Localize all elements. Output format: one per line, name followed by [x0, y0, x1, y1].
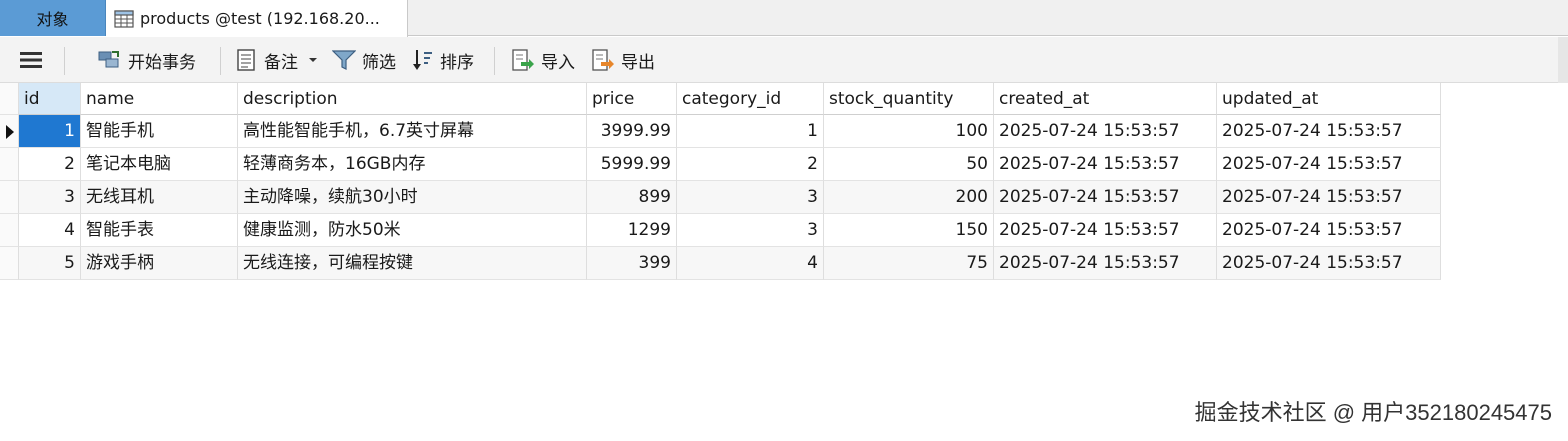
- row-header[interactable]: [0, 115, 19, 148]
- row-header[interactable]: [0, 214, 19, 247]
- cell-id[interactable]: 5: [19, 247, 81, 280]
- cell-id[interactable]: 1: [19, 115, 81, 148]
- import-label: 导入: [541, 52, 575, 73]
- watermark: 掘金技术社区 @ 用户352180245475: [1194, 400, 1552, 425]
- cell-updated-at[interactable]: 2025-07-24 15:53:57: [1217, 247, 1441, 280]
- sort-label: 排序: [440, 52, 474, 73]
- memo-button[interactable]: 备注: [236, 37, 318, 83]
- dropdown-arrow-icon[interactable]: [308, 56, 318, 64]
- column-header-name[interactable]: name: [81, 83, 238, 115]
- column-header-price[interactable]: price: [587, 83, 677, 115]
- cell-category-id[interactable]: 3: [677, 214, 824, 247]
- row-header[interactable]: [0, 247, 19, 280]
- begin-transaction-button[interactable]: 开始事务: [98, 37, 196, 83]
- toolbar-divider: [494, 47, 495, 75]
- cell-category-id[interactable]: 4: [677, 247, 824, 280]
- cell-updated-at[interactable]: 2025-07-24 15:53:57: [1217, 148, 1441, 181]
- export-label: 导出: [621, 52, 655, 73]
- sort-button[interactable]: 排序: [412, 37, 474, 83]
- cell-name[interactable]: 游戏手柄: [81, 247, 238, 280]
- current-row-arrow-icon: [6, 125, 14, 139]
- cell-stock-quantity[interactable]: 75: [824, 247, 994, 280]
- filter-icon: [332, 50, 356, 70]
- cell-updated-at[interactable]: 2025-07-24 15:53:57: [1217, 115, 1441, 148]
- cell-stock-quantity[interactable]: 200: [824, 181, 994, 214]
- cell-created-at[interactable]: 2025-07-24 15:53:57: [994, 214, 1217, 247]
- cell-updated-at[interactable]: 2025-07-24 15:53:57: [1217, 181, 1441, 214]
- sort-icon: [413, 50, 432, 70]
- cell-name[interactable]: 智能手机: [81, 115, 238, 148]
- cell-id[interactable]: 2: [19, 148, 81, 181]
- tab-objects[interactable]: 对象: [0, 0, 106, 36]
- tab-objects-label: 对象: [36, 10, 69, 29]
- column-header-category-id[interactable]: category_id: [677, 83, 824, 115]
- cell-description[interactable]: 主动降噪，续航30小时: [238, 181, 587, 214]
- cell-created-at[interactable]: 2025-07-24 15:53:57: [994, 181, 1217, 214]
- cell-name[interactable]: 笔记本电脑: [81, 148, 238, 181]
- cell-description[interactable]: 高性能智能手机，6.7英寸屏幕: [238, 115, 587, 148]
- filter-button[interactable]: 筛选: [332, 37, 396, 83]
- corner-header: [0, 83, 19, 115]
- cell-price[interactable]: 399: [587, 247, 677, 280]
- cell-created-at[interactable]: 2025-07-24 15:53:57: [994, 148, 1217, 181]
- column-header-id[interactable]: id: [19, 83, 81, 115]
- tab-products-label: products @test (192.168.20...: [140, 9, 380, 28]
- import-button[interactable]: 导入: [511, 37, 575, 83]
- cell-price[interactable]: 1299: [587, 214, 677, 247]
- export-button[interactable]: 导出: [591, 37, 655, 83]
- column-header-updated-at[interactable]: updated_at: [1217, 83, 1441, 115]
- table-icon: [114, 9, 134, 28]
- memo-label: 备注: [264, 52, 298, 73]
- cell-name[interactable]: 智能手表: [81, 214, 238, 247]
- export-icon: [592, 49, 614, 71]
- cell-id[interactable]: 4: [19, 214, 81, 247]
- begin-transaction-label: 开始事务: [128, 52, 196, 73]
- cell-stock-quantity[interactable]: 100: [824, 115, 994, 148]
- cell-name[interactable]: 无线耳机: [81, 181, 238, 214]
- toolbar-divider: [64, 47, 65, 75]
- transaction-icon: [98, 51, 119, 68]
- cell-updated-at[interactable]: 2025-07-24 15:53:57: [1217, 214, 1441, 247]
- cell-price[interactable]: 3999.99: [587, 115, 677, 148]
- toolbar-scroll-edge: [1558, 37, 1568, 83]
- cell-price[interactable]: 5999.99: [587, 148, 677, 181]
- cell-stock-quantity[interactable]: 150: [824, 214, 994, 247]
- tab-bar: 对象 products @test (192.168.20...: [0, 0, 1568, 37]
- hamburger-icon: [20, 52, 42, 68]
- cell-description[interactable]: 健康监测，防水50米: [238, 214, 587, 247]
- memo-icon: [237, 49, 255, 71]
- cell-description[interactable]: 无线连接，可编程按键: [238, 247, 587, 280]
- row-header[interactable]: [0, 181, 19, 214]
- cell-category-id[interactable]: 2: [677, 148, 824, 181]
- column-header-description[interactable]: description: [238, 83, 587, 115]
- column-header-created-at[interactable]: created_at: [994, 83, 1217, 115]
- cell-id[interactable]: 3: [19, 181, 81, 214]
- cell-stock-quantity[interactable]: 50: [824, 148, 994, 181]
- toolbar-divider: [220, 47, 221, 75]
- menu-button[interactable]: [20, 37, 48, 83]
- cell-created-at[interactable]: 2025-07-24 15:53:57: [994, 115, 1217, 148]
- tab-products[interactable]: products @test (192.168.20...: [106, 0, 408, 37]
- cell-category-id[interactable]: 3: [677, 181, 824, 214]
- cell-description[interactable]: 轻薄商务本，16GB内存: [238, 148, 587, 181]
- cell-category-id[interactable]: 1: [677, 115, 824, 148]
- row-header[interactable]: [0, 148, 19, 181]
- import-icon: [512, 49, 534, 71]
- toolbar: 开始事务 备注 筛选 排序 导入 导出: [0, 37, 1568, 83]
- cell-price[interactable]: 899: [587, 181, 677, 214]
- filter-label: 筛选: [362, 52, 396, 73]
- column-header-stock-quantity[interactable]: stock_quantity: [824, 83, 994, 115]
- cell-created-at[interactable]: 2025-07-24 15:53:57: [994, 247, 1217, 280]
